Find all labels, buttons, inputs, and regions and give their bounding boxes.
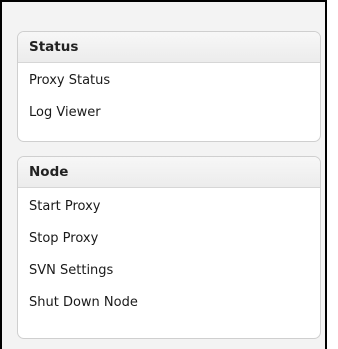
menu-item-log-viewer[interactable]: Log Viewer [18,97,320,129]
menu-item-start-proxy[interactable]: Start Proxy [18,191,320,223]
menu-item-proxy-status[interactable]: Proxy Status [18,65,320,97]
navigation-frame: Status Proxy Status Log Viewer Node Star… [0,0,327,349]
menu-item-shut-down-node[interactable]: Shut Down Node [18,287,320,319]
node-panel: Node Start Proxy Stop Proxy SVN Settings… [17,156,321,339]
status-panel: Status Proxy Status Log Viewer [17,31,321,142]
node-panel-title: Node [18,157,320,188]
menu-item-stop-proxy[interactable]: Stop Proxy [18,223,320,255]
status-panel-title: Status [18,32,320,63]
menu-item-svn-settings[interactable]: SVN Settings [18,255,320,287]
